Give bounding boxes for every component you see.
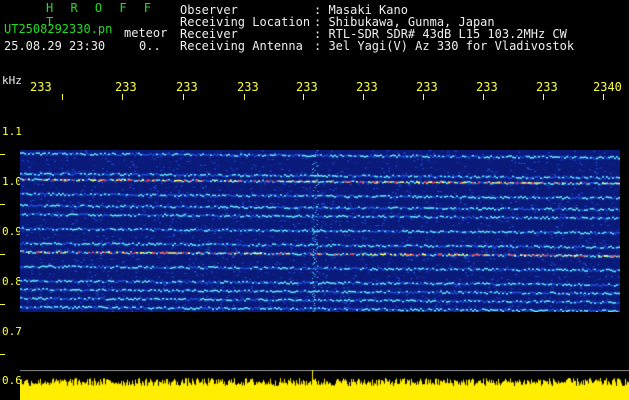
x-tick-label: 233 bbox=[176, 80, 198, 94]
x-axis-unit: kHz bbox=[2, 74, 22, 87]
info-value: : 3el Yagi(V) Az 330 for Vladivostok bbox=[314, 39, 575, 53]
x-tick-mark bbox=[122, 94, 123, 100]
info-label: Receiving Antenna bbox=[180, 39, 303, 53]
y-tick-label: 1.1 bbox=[2, 125, 22, 138]
y-tick-label: 0.6 bbox=[2, 374, 22, 387]
x-tick-label: 233 bbox=[115, 80, 137, 94]
signal-baseline bbox=[20, 370, 629, 400]
x-tick-mark bbox=[423, 94, 424, 100]
x-tick-label: 233 bbox=[476, 80, 498, 94]
x-tick-mark bbox=[244, 94, 245, 100]
timestamp-extra: 0.. bbox=[139, 39, 161, 53]
y-tick-label: 0.9 bbox=[2, 225, 22, 238]
x-tick-mark bbox=[543, 94, 544, 100]
header-left: H R O F F T UT2508292330.pn meteor 25.08… bbox=[0, 0, 170, 60]
x-tick-mark bbox=[303, 94, 304, 100]
x-tick-label: 233 bbox=[536, 80, 558, 94]
x-tick-mark bbox=[183, 94, 184, 100]
x-tick-label: 2340 bbox=[593, 80, 622, 94]
y-tick-mark bbox=[0, 204, 5, 205]
y-tick-label: 0.8 bbox=[2, 275, 22, 288]
y-tick-label: 1.0 bbox=[2, 175, 22, 188]
y-tick-label: 0.7 bbox=[2, 325, 22, 338]
x-tick-label: 233 bbox=[237, 80, 259, 94]
x-tick-mark bbox=[483, 94, 484, 100]
x-tick-label: 233 bbox=[30, 80, 52, 94]
y-tick-mark bbox=[0, 354, 5, 355]
x-axis: kHz 233 233 233 233 233 233 233 233 233 … bbox=[0, 72, 629, 102]
timestamp: 25.08.29 23:30 bbox=[4, 39, 106, 53]
y-tick-mark bbox=[0, 304, 5, 305]
x-tick-mark bbox=[603, 94, 604, 100]
y-tick-mark bbox=[0, 254, 5, 255]
x-tick-label: 233 bbox=[416, 80, 438, 94]
header-info: Observer: Masaki Kano Receiving Location… bbox=[180, 3, 625, 59]
waterfall-spectrogram bbox=[20, 150, 620, 312]
x-tick-label: 233 bbox=[296, 80, 318, 94]
image-filename: UT2508292330.pn bbox=[4, 22, 113, 36]
y-tick-mark bbox=[0, 154, 5, 155]
x-tick-mark bbox=[62, 94, 63, 100]
image-tag: meteor bbox=[124, 26, 168, 40]
x-tick-mark bbox=[363, 94, 364, 100]
x-tick-label: 233 bbox=[356, 80, 378, 94]
info-row-antenna: Receiving Antenna : 3el Yagi(V) Az 330 fo… bbox=[180, 39, 574, 53]
